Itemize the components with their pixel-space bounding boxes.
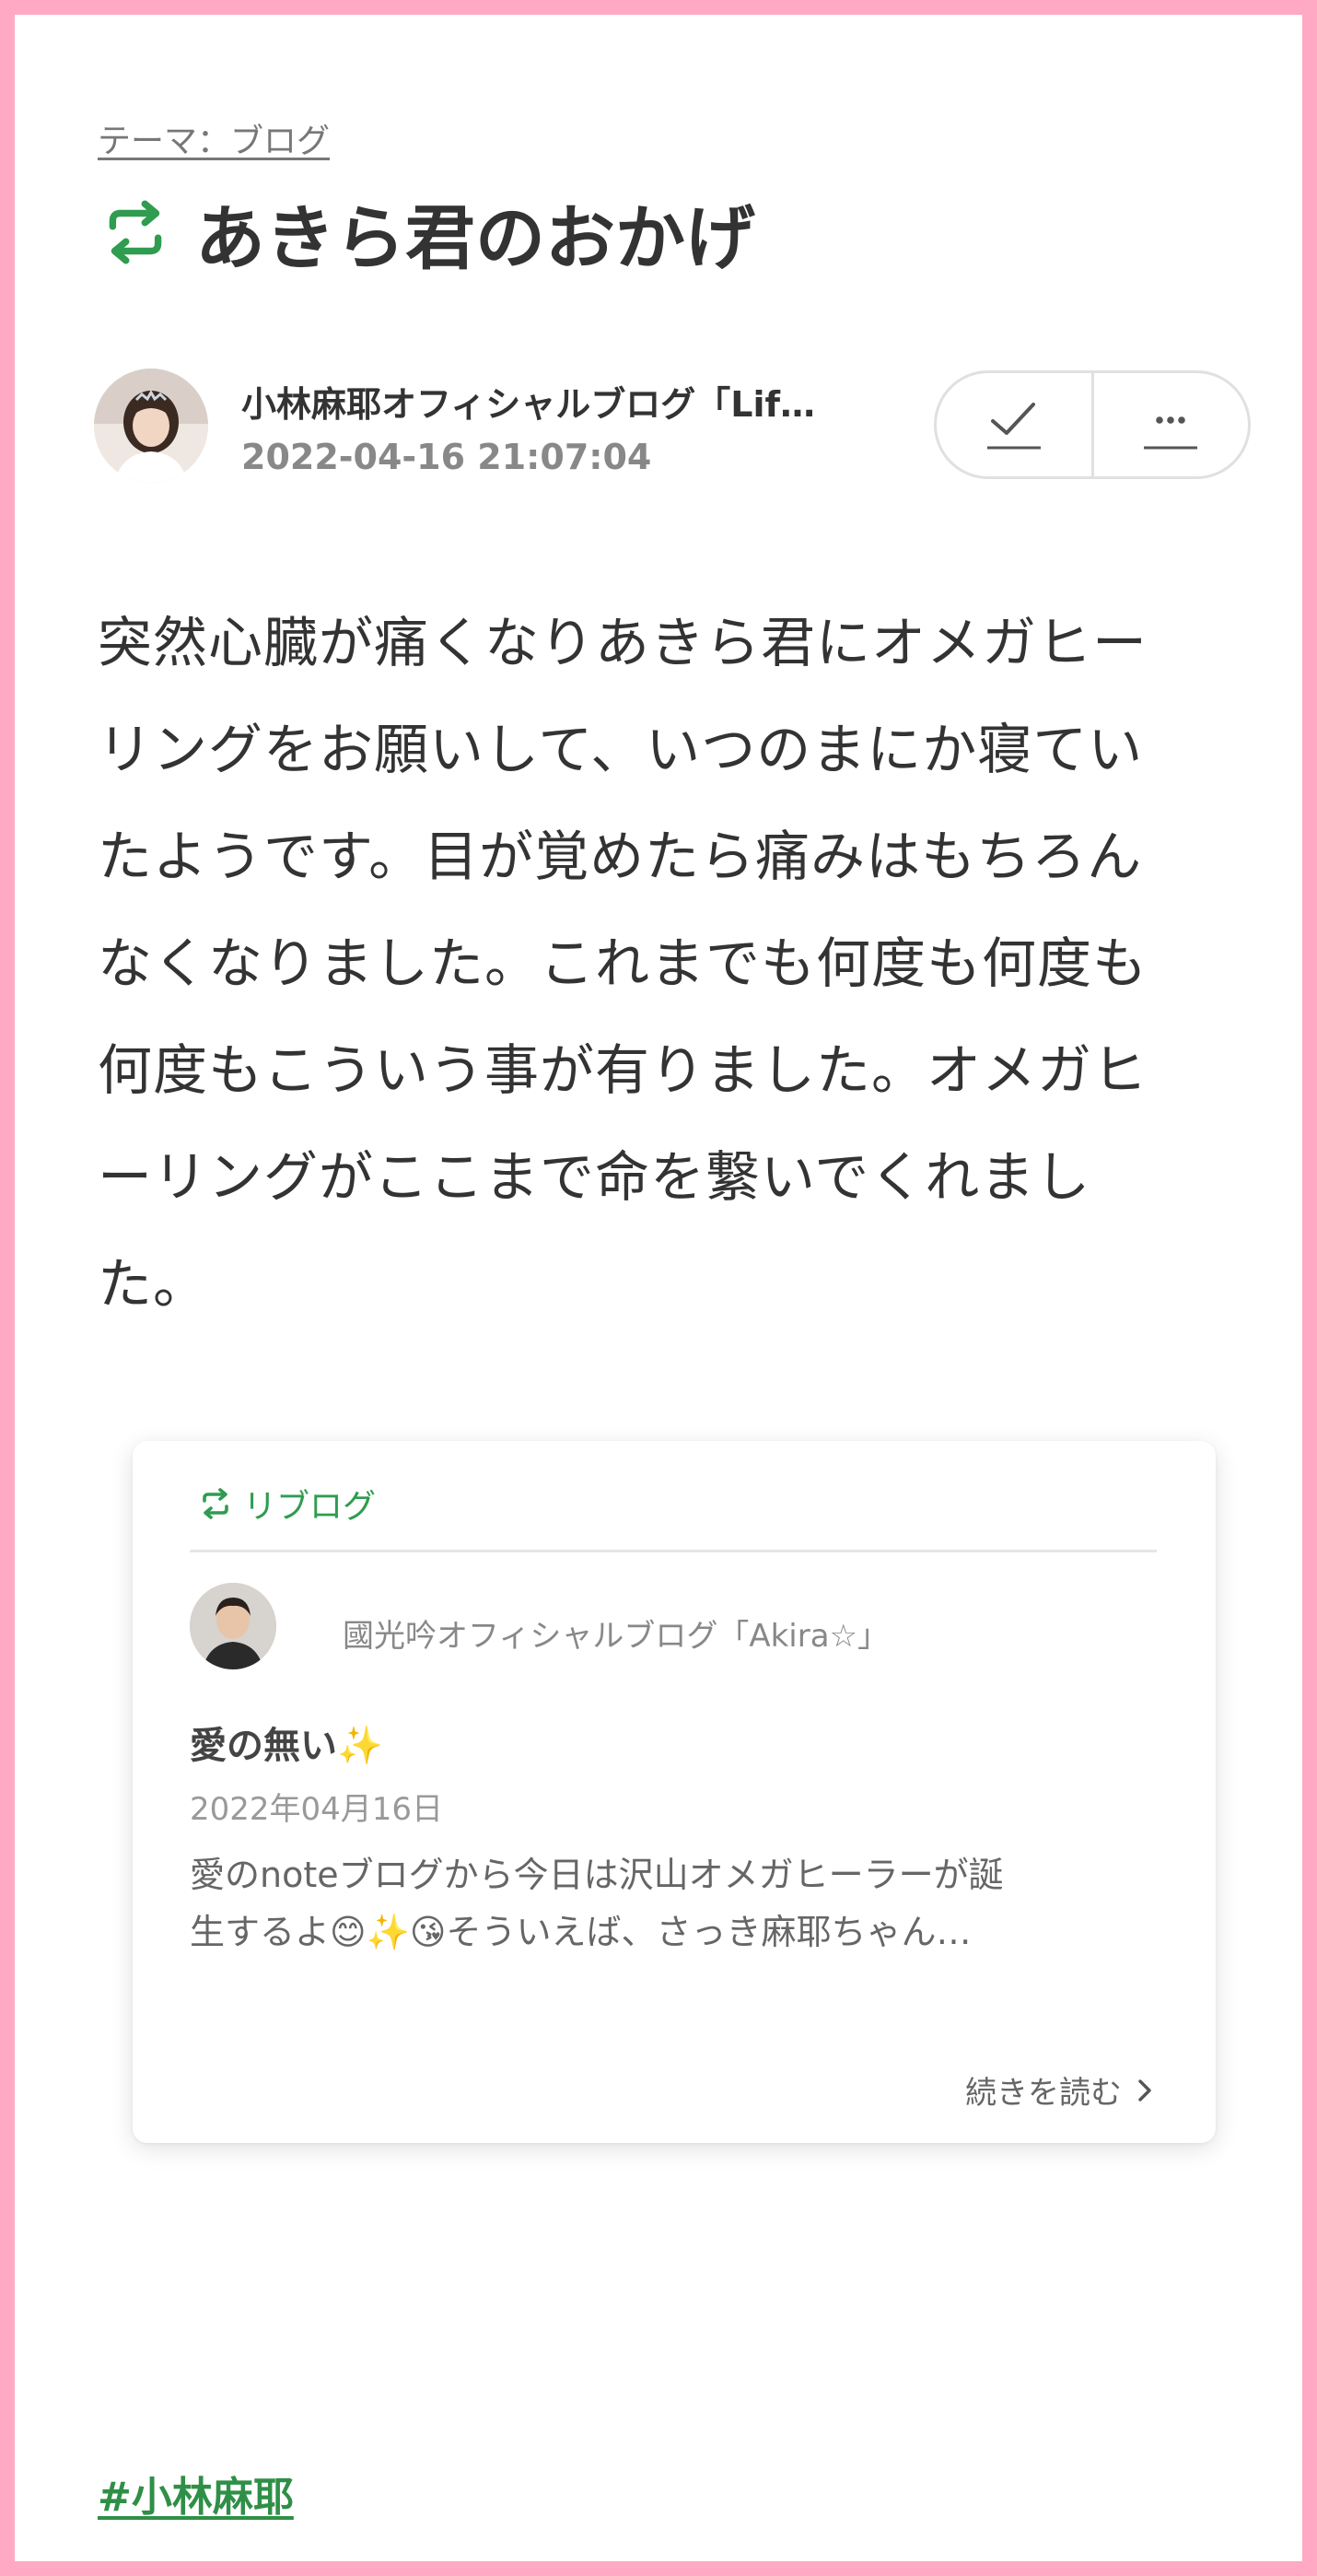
body-line: なくなりました。これまでも何度も何度も <box>98 931 1148 995</box>
reblog-author-avatar <box>190 1583 276 1669</box>
more-button[interactable] <box>1094 373 1249 476</box>
page-frame: テーマ：ブログ あきら君のおかげ 小林麻耶オフィシャルブログ「Lif… 2022… <box>0 0 1317 2576</box>
card-divider <box>190 1550 1157 1552</box>
reblog-icon <box>203 1488 228 1519</box>
hashtag-link[interactable]: #小林麻耶 <box>98 2464 294 2523</box>
post-body: 突然心臓が痛くなりあきら君にオメガヒー リングをお願いして、いつのまにか寝てい … <box>98 590 1249 1338</box>
page-title: あきら君のおかげ <box>195 197 755 279</box>
reblog-label-text: リブログ <box>243 1488 377 1526</box>
author-photo <box>94 369 208 483</box>
reblog-author-photo <box>190 1583 276 1669</box>
chevron-right-icon <box>1138 2078 1151 2102</box>
theme-link[interactable]: テーマ：ブログ <box>98 114 330 162</box>
excerpt-line: 生するよ😊✨😘そういえば、さっき麻耶ちゃん… <box>190 1912 972 1952</box>
author-name[interactable]: 小林麻耶オフィシャルブログ「Lif… <box>241 376 877 427</box>
reblog-date: 2022年04月16日 <box>190 1791 444 1828</box>
body-line: 突然心臓が痛くなりあきら君にオメガヒー <box>98 611 1148 674</box>
title-row: あきら君のおかげ <box>98 186 755 279</box>
body-line: ーリングがここまで命を繋いでくれまし <box>98 1145 1091 1209</box>
body-line: た。 <box>98 1252 209 1316</box>
author-avatar[interactable] <box>94 369 208 483</box>
reblog-title: 愛の無い✨ <box>190 1725 383 1767</box>
post-date: 2022-04-16 21:07:04 <box>241 437 652 477</box>
reblog-card[interactable]: リブログ 國光吟オフィシャルブログ「Akira☆」 愛の無い✨ 2022年04月… <box>133 1441 1216 2143</box>
excerpt-line: 愛のnoteブログから今日は沢山オメガヒーラーが誕 <box>190 1855 1004 1895</box>
reblog-author-name: 國光吟オフィシャルブログ「Akira☆」 <box>343 1618 890 1655</box>
reblog-label: リブログ <box>197 1480 376 1528</box>
read-more-label: 続きを読む <box>965 2075 1122 2112</box>
more-icon <box>1144 416 1198 450</box>
reblog-excerpt: 愛のnoteブログから今日は沢山オメガヒーラーが誕 生するよ😊✨😘そういえば、さ… <box>190 1846 1166 1961</box>
post-actions <box>934 370 1251 479</box>
body-line: たようです。目が覚めたら痛みはもちろん <box>98 825 1143 888</box>
like-button[interactable] <box>937 373 1091 476</box>
body-line: 何度もこういう事が有りました。オメガヒ <box>98 1038 1148 1102</box>
read-more-link[interactable]: 続きを読む <box>965 2067 1157 2113</box>
check-icon <box>986 403 1041 450</box>
body-line: リングをお願いして、いつのまにか寝てい <box>98 718 1144 781</box>
reblog-icon <box>109 200 162 264</box>
